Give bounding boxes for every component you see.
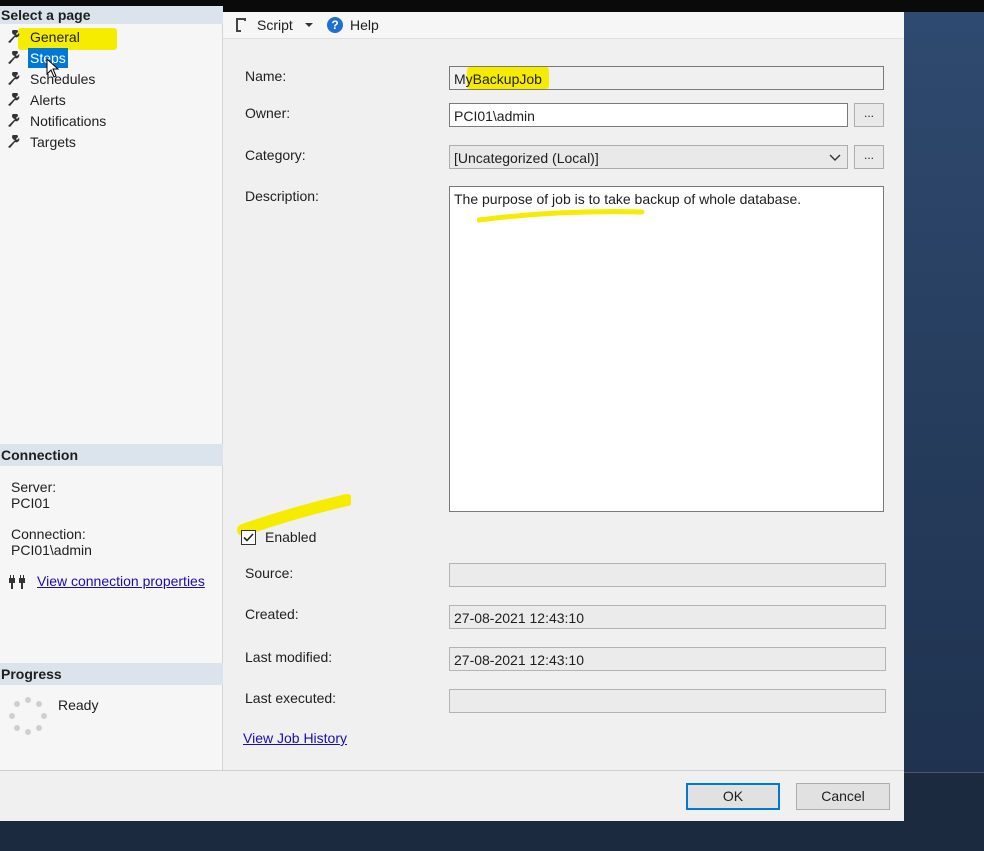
connection-plug-icon (9, 575, 25, 589)
description-label: Description: (245, 188, 319, 204)
nav-item-notifications[interactable]: Notifications (6, 111, 108, 131)
chevron-down-icon (305, 23, 313, 27)
script-button[interactable]: Script (233, 15, 293, 35)
progress-status: Ready (58, 697, 99, 713)
ok-button[interactable]: OK (686, 783, 780, 810)
category-select[interactable]: [Uncategorized (Local)] (449, 145, 848, 169)
server-value: PCI01 (11, 495, 50, 511)
desktop-background (904, 12, 984, 773)
last-modified-field: 27-08-2021 12:43:10 (449, 647, 886, 671)
nav-label-general: General (30, 29, 80, 45)
created-field: 27-08-2021 12:43:10 (449, 605, 886, 629)
highlight-description (477, 209, 645, 223)
category-label: Category: (245, 147, 306, 163)
nav-item-general[interactable]: General (6, 27, 82, 47)
wrench-icon (8, 93, 20, 106)
server-label: Server: (11, 479, 57, 495)
enabled-checkbox[interactable] (241, 530, 256, 545)
toolbar: Script ? Help (223, 12, 904, 39)
progress-header: Progress (0, 663, 223, 685)
owner-browse-button[interactable]: ... (854, 103, 884, 127)
owner-input[interactable]: PCI01\admin (449, 103, 848, 127)
general-page: Script ? Help Name: MyBackupJob Owner: P… (223, 12, 904, 770)
nav-item-alerts[interactable]: Alerts (6, 90, 68, 110)
dialog-footer: OK Cancel (0, 770, 904, 821)
nav-label-targets: Targets (30, 134, 76, 150)
script-label: Script (257, 17, 293, 33)
chevron-down-icon (829, 154, 841, 161)
last-executed-field (449, 689, 886, 713)
connection-value: PCI01\admin (11, 542, 92, 558)
help-label: Help (350, 17, 379, 33)
nav-label-alerts: Alerts (30, 92, 66, 108)
svg-text:?: ? (331, 18, 338, 32)
category-value: [Uncategorized (Local)] (454, 150, 599, 166)
source-label: Source: (245, 565, 294, 581)
category-browse-button[interactable]: ... (854, 145, 884, 169)
wrench-icon (8, 114, 20, 127)
nav-label-schedules: Schedules (30, 71, 96, 87)
created-label: Created: (245, 606, 299, 622)
job-properties-dialog: Select a page General Steps Schedules Al… (0, 6, 904, 821)
wrench-icon (8, 51, 20, 64)
source-field (449, 563, 886, 587)
script-dropdown[interactable] (303, 15, 315, 35)
checkmark-icon (243, 533, 254, 542)
wrench-icon (8, 72, 20, 85)
connection-header: Connection (0, 444, 223, 466)
cancel-button[interactable]: Cancel (796, 783, 890, 810)
last-executed-label: Last executed: (245, 690, 337, 706)
view-connection-properties-link[interactable]: View connection properties (37, 573, 205, 589)
wrench-icon (8, 135, 20, 148)
enabled-label: Enabled (265, 529, 317, 545)
nav-item-targets[interactable]: Targets (6, 132, 78, 152)
help-button[interactable]: ? Help (326, 15, 379, 35)
progress-spinner-icon (9, 697, 47, 735)
view-job-history-link[interactable]: View Job History (243, 730, 347, 746)
desktop-bottom (0, 820, 984, 851)
connection-label: Connection: (11, 526, 86, 542)
name-input[interactable]: MyBackupJob (449, 66, 884, 90)
help-icon: ? (327, 17, 343, 33)
select-page-header: Select a page (0, 6, 223, 24)
description-textarea[interactable]: The purpose of job is to take backup of … (449, 186, 884, 512)
wrench-icon (8, 30, 20, 43)
name-label: Name: (245, 68, 287, 84)
last-modified-label: Last modified: (245, 649, 333, 665)
page-selector-panel: Select a page General Steps Schedules Al… (0, 6, 223, 770)
nav-item-schedules[interactable]: Schedules (6, 69, 97, 89)
script-icon (236, 18, 246, 32)
nav-label-notifications: Notifications (30, 113, 107, 129)
owner-label: Owner: (245, 105, 291, 121)
